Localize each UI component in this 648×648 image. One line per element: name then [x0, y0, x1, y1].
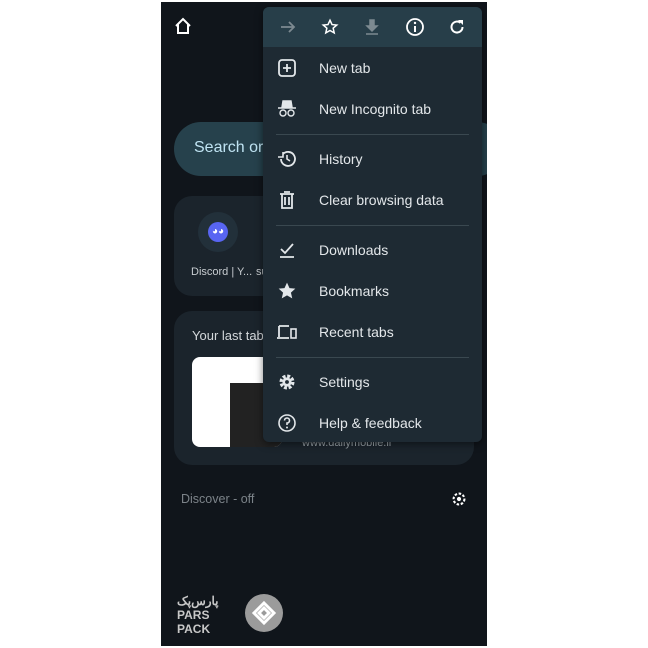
menu-divider — [276, 134, 469, 135]
menu-item-history[interactable]: History — [263, 139, 482, 179]
shortcut-label: Discord | Y... — [191, 266, 253, 278]
menu-item-label: New tab — [319, 60, 371, 76]
shortcut-discord[interactable]: ◕◕ — [198, 212, 238, 252]
menu-item-label: History — [319, 151, 363, 167]
home-icon[interactable] — [173, 16, 193, 36]
gear-icon — [276, 371, 298, 393]
download-icon[interactable] — [361, 16, 383, 38]
menu-item-new-tab[interactable]: New tab — [263, 48, 482, 88]
star-icon — [276, 280, 298, 302]
star-outline-icon[interactable] — [319, 16, 341, 38]
menu-toolbar — [263, 7, 482, 47]
menu-item-label: New Incognito tab — [319, 101, 432, 117]
menu-item-clear-browsing-data[interactable]: Clear browsing data — [263, 180, 482, 220]
devices-icon — [276, 321, 298, 343]
last-tab-title: Your last tab — [192, 328, 264, 343]
menu-item-label: Bookmarks — [319, 283, 390, 299]
menu-item-label: Settings — [319, 374, 370, 390]
new-tab-icon — [276, 57, 298, 79]
watermark-emblem — [245, 594, 283, 632]
watermark-text: پارس‌پک PARS PACK — [177, 594, 219, 636]
menu-divider — [276, 225, 469, 226]
refresh-icon[interactable] — [446, 16, 468, 38]
history-icon — [276, 148, 298, 170]
overflow-menu: New tab New Incognito tab History Clear … — [263, 7, 482, 442]
menu-divider — [276, 357, 469, 358]
menu-item-label: Recent tabs — [319, 324, 394, 340]
menu-item-new-incognito-tab[interactable]: New Incognito tab — [263, 89, 482, 129]
menu-item-bookmarks[interactable]: Bookmarks — [263, 271, 482, 311]
browser-screen: Search or ◕◕ Discord | Y... su Your last… — [161, 2, 487, 646]
menu-item-help-feedback[interactable]: Help & feedback — [263, 403, 482, 442]
discover-settings-icon[interactable] — [449, 489, 469, 509]
menu-item-downloads[interactable]: Downloads — [263, 230, 482, 270]
help-icon — [276, 412, 298, 434]
forward-arrow-icon[interactable] — [277, 16, 299, 38]
menu-item-label: Help & feedback — [319, 415, 422, 431]
info-icon[interactable] — [404, 16, 426, 38]
downloads-icon — [276, 239, 298, 261]
discord-icon: ◕◕ — [208, 222, 228, 242]
menu-item-label: Clear browsing data — [319, 192, 444, 208]
menu-item-recent-tabs[interactable]: Recent tabs — [263, 312, 482, 352]
incognito-icon — [276, 98, 298, 120]
discover-status: Discover - off — [181, 492, 255, 506]
menu-item-label: Downloads — [319, 242, 389, 258]
search-placeholder: Search or — [194, 139, 264, 156]
trash-icon — [276, 189, 298, 211]
menu-item-settings[interactable]: Settings — [263, 362, 482, 402]
